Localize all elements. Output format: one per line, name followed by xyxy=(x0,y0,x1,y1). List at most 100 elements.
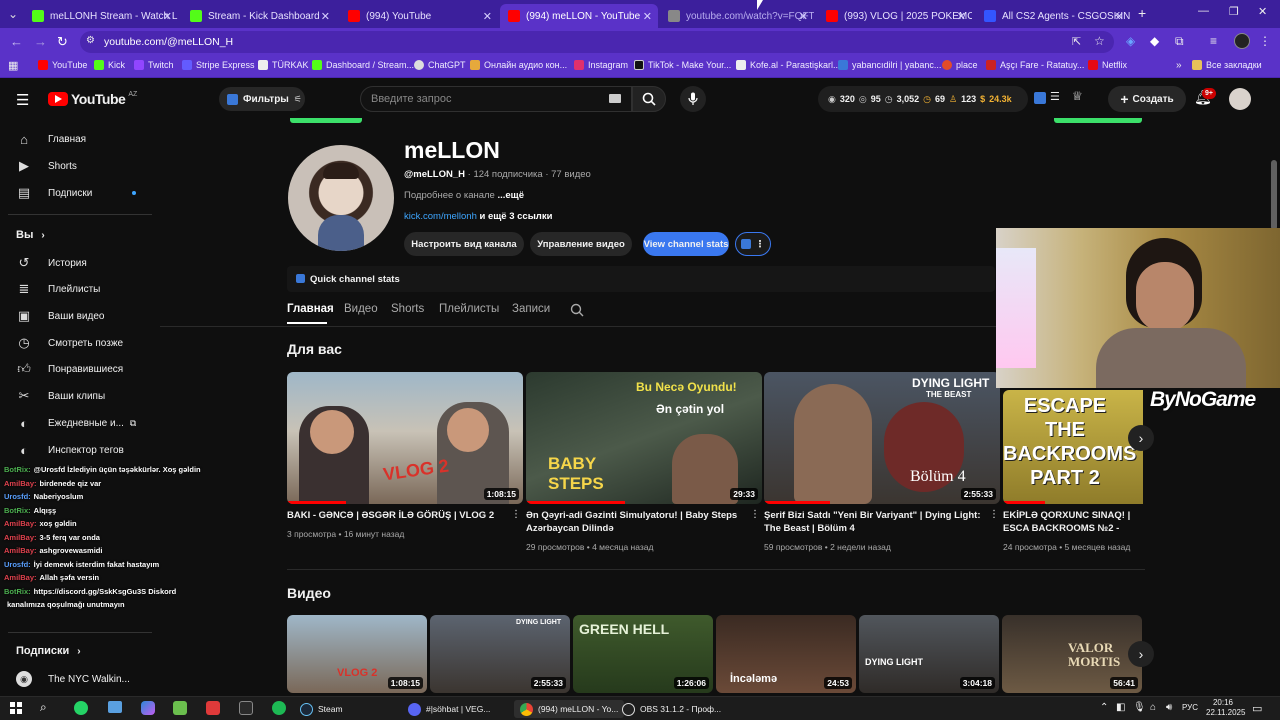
filters-button[interactable]: Фильтры ⚟ xyxy=(219,87,305,111)
page-scrollbar[interactable] xyxy=(1271,160,1277,230)
video-menu-icon[interactable]: ⋮ xyxy=(750,509,760,520)
taskbar-app-obs[interactable]: OBS 31.1.2 - Проф... xyxy=(622,700,721,718)
profile-avatar[interactable] xyxy=(1234,33,1250,49)
explorer-icon[interactable] xyxy=(108,701,122,713)
spotify-icon[interactable] xyxy=(272,701,286,715)
url-field[interactable]: ⚙ youtube.com/@meLLON_H ⇱ ☆ xyxy=(80,31,1114,53)
video-menu-icon[interactable]: ⋮ xyxy=(511,509,521,520)
media-icon[interactable]: ≡ xyxy=(1210,34,1217,48)
video-title[interactable]: BAKI - GƏNCƏ | ƏSGƏR İLƏ GÖRÜŞ | VLOG 2 xyxy=(287,509,507,522)
sidebar-you-header[interactable]: Вы › xyxy=(16,229,45,241)
extensions-puzzle-icon[interactable]: ⧉ xyxy=(1175,34,1184,49)
sidebar-item-liked[interactable]: 👍︎ Понравившиеся xyxy=(16,361,123,377)
bookmark-item[interactable]: Netflix xyxy=(1088,60,1127,70)
channel-avatar[interactable] xyxy=(288,145,394,251)
voice-search-button[interactable] xyxy=(680,86,706,112)
video-thumbnail[interactable]: İncələmə 24:53 xyxy=(716,615,856,693)
start-button[interactable] xyxy=(10,702,22,714)
account-avatar[interactable] xyxy=(1229,88,1251,110)
manage-videos-button[interactable]: Управление видео xyxy=(530,232,632,256)
video-title[interactable]: Ən Qəyri-adi Gəzinti Simulyatoru! | Baby… xyxy=(526,509,750,535)
browser-tab-active[interactable]: (994) meLLON - YouTube ✕ xyxy=(500,4,658,28)
bookmark-item[interactable]: Instagram xyxy=(574,60,628,70)
list-icon[interactable]: ☰ xyxy=(1050,90,1060,103)
language-indicator[interactable]: РУС xyxy=(1182,703,1198,712)
sidebar-sub-channel[interactable]: ◉ The NYC Walkin... xyxy=(16,671,130,687)
video-thumbnail[interactable]: VLOG 2 1:08:15 xyxy=(287,372,523,504)
sidebar-item-history[interactable]: ↺ История xyxy=(16,255,87,271)
app-icon[interactable] xyxy=(206,701,220,715)
browser-tab[interactable]: youtube.com/watch?v=FQFTvC ✕ xyxy=(660,4,814,28)
video-thumbnail[interactable]: DYING LIGHT THE BEAST Bölüm 4 2:55:33 xyxy=(764,372,1000,504)
video-menu-icon[interactable]: ⋮ xyxy=(989,509,999,520)
bookmark-item[interactable]: Онлайн аудио кон... xyxy=(470,60,567,70)
bookmark-item[interactable]: Kofe.al - Parastişkarl... xyxy=(736,60,841,70)
video-thumbnail[interactable]: VLOG 2 1:08:15 xyxy=(287,615,427,693)
extension-icon[interactable] xyxy=(1034,92,1046,104)
bookmark-item[interactable]: TikTok - Make Your... xyxy=(634,60,731,70)
capcut-icon[interactable] xyxy=(239,701,253,715)
quick-stats-bar[interactable]: Quick channel stats xyxy=(287,266,995,292)
browser-tab[interactable]: (993) VLOG | 2025 POKEMON ✕ xyxy=(818,4,972,28)
search-icon[interactable]: ⌕ xyxy=(40,700,47,715)
trophy-icon[interactable]: ♕ xyxy=(1072,89,1083,103)
close-icon[interactable]: ✕ xyxy=(321,10,330,23)
more-bookmarks-icon[interactable]: » xyxy=(1176,60,1182,71)
taskbar-app-discord[interactable]: #|söhbat | VEG... xyxy=(408,700,490,718)
video-thumbnail[interactable]: DYING LIGHT 2:55:33 xyxy=(430,615,570,693)
bookmark-item[interactable]: YouTube xyxy=(38,60,87,70)
close-icon[interactable]: ✕ xyxy=(1115,10,1124,23)
close-window-icon[interactable]: ✕ xyxy=(1258,5,1267,18)
volume-icon[interactable]: 🔊︎ xyxy=(1166,702,1172,713)
tray-chevron-icon[interactable]: ⌃ xyxy=(1100,702,1108,713)
install-icon[interactable]: ⇱ xyxy=(1072,35,1081,48)
sidebar-item-subscriptions[interactable]: ▤ Подписки xyxy=(16,185,137,201)
hamburger-menu-icon[interactable]: ☰ xyxy=(16,91,29,109)
video-title[interactable]: Şerif Bizi Satdı "Yeni Bir Variyant" | D… xyxy=(764,509,988,535)
clock[interactable]: 20:16 22.11.2025 xyxy=(1206,698,1245,718)
sidebar-item-your-videos[interactable]: ▣ Ваши видео xyxy=(16,308,105,324)
close-icon[interactable]: ✕ xyxy=(957,10,966,23)
tab-shorts[interactable]: Shorts xyxy=(391,303,424,315)
view-channel-stats-button[interactable]: View channel stats xyxy=(643,232,729,256)
sidebar-item-watch-later[interactable]: ◷ Смотреть позже xyxy=(16,335,123,351)
channel-stats-widget[interactable]: ◉ 320 ◎ 95 ◷ 3,052 ◷ 69 ♙ 123 $24.3k xyxy=(818,86,1028,112)
channel-links[interactable]: kick.com/mellonh и ещё 3 ссылки xyxy=(404,211,552,222)
tab-home[interactable]: Главная xyxy=(287,303,334,315)
bookmark-item[interactable]: Dashboard / Stream... xyxy=(312,60,414,70)
network-icon[interactable]: ⌂ xyxy=(1150,702,1156,713)
sidebar-item-home[interactable]: ⌂ Главная xyxy=(16,131,86,147)
all-bookmarks[interactable]: Все закладки xyxy=(1192,60,1262,70)
video-thumbnail[interactable]: GREEN HELL 1:26:06 xyxy=(573,615,713,693)
carousel-next-button[interactable]: › xyxy=(1128,641,1154,667)
search-button[interactable] xyxy=(632,86,666,112)
close-icon[interactable]: ✕ xyxy=(799,10,808,23)
store-icon[interactable] xyxy=(173,701,187,715)
close-icon[interactable]: ✕ xyxy=(643,10,652,23)
taskbar-app-chrome[interactable]: (994) meLLON - Yo... xyxy=(514,700,625,718)
bookmark-star-icon[interactable]: ☆ xyxy=(1094,34,1105,48)
tab-posts[interactable]: Записи xyxy=(512,303,550,315)
browser-tab[interactable]: meLLONH Stream - Watch Live ✕ xyxy=(24,4,178,28)
bookmark-item[interactable]: Twitch xyxy=(134,60,174,70)
search-input[interactable]: Введите запрос xyxy=(360,86,632,112)
close-icon[interactable]: ✕ xyxy=(483,10,492,23)
bookmark-item[interactable]: Kick xyxy=(94,60,125,70)
video-thumbnail[interactable]: Bu Necə Oyundu! Ən çətin yol BABY STEPS … xyxy=(526,372,762,504)
sidebar-item-clips[interactable]: ✂ Ваши клипы xyxy=(16,388,106,404)
channel-about[interactable]: Подробнее о канале ...ещё xyxy=(404,190,524,201)
browser-tab[interactable]: All CS2 Agents - CSGOSKINS.G✕ xyxy=(976,4,1130,28)
keyboard-icon[interactable] xyxy=(609,94,621,103)
tray-app-icon[interactable]: ◧ xyxy=(1116,702,1125,713)
video-thumbnail[interactable]: ESCAPE THE BACKROOMS PART 2 xyxy=(1003,390,1143,504)
reload-icon[interactable]: ↻ xyxy=(57,34,68,50)
youtube-logo[interactable]: YouTube AZ xyxy=(48,91,137,107)
close-icon[interactable]: ✕ xyxy=(163,10,172,23)
sidebar-item-playlists[interactable]: ≣ Плейлисты xyxy=(16,281,101,297)
extension-icon[interactable]: ◆ xyxy=(1150,34,1159,48)
stats-extension-button[interactable]: ⋮ xyxy=(735,232,771,256)
channel-search-icon[interactable] xyxy=(570,303,584,322)
bookmark-item[interactable]: ChatGPT xyxy=(414,60,466,70)
bookmark-item[interactable]: Aşçı Fare - Ratatuy... xyxy=(986,60,1084,70)
forward-icon[interactable]: → xyxy=(34,34,47,49)
